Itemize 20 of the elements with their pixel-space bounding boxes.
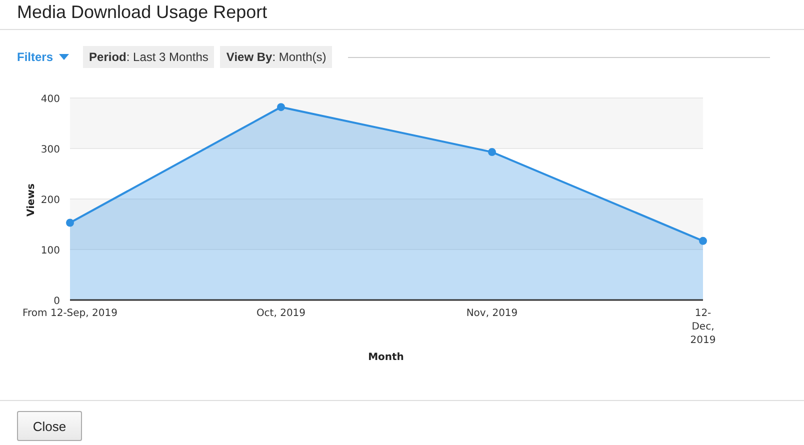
y-axis-title: Views bbox=[26, 184, 37, 216]
close-button[interactable]: Close bbox=[17, 411, 82, 441]
data-point bbox=[699, 236, 707, 245]
data-point bbox=[488, 148, 496, 156]
caret-icon bbox=[59, 54, 70, 60]
filter-chip: Period: Last 3 Months bbox=[83, 46, 214, 68]
window-title: Media Download Usage Report bbox=[17, 1, 268, 24]
y-tick-label: 100 bbox=[40, 246, 60, 256]
data-point bbox=[277, 103, 285, 112]
data-point bbox=[66, 218, 74, 227]
x-tick-label: 12-Dec, 2019 bbox=[690, 308, 716, 346]
y-tick-label: 0 bbox=[54, 296, 60, 307]
x-axis-title: Month bbox=[368, 352, 404, 363]
y-tick-label: 300 bbox=[40, 144, 60, 156]
x-tick-label: Nov, 2019 bbox=[466, 308, 518, 319]
x-tick-label: From 12-Sep, 2019 bbox=[22, 308, 118, 319]
x-tick-label: Oct, 2019 bbox=[256, 308, 306, 319]
filter-chip: View By: Month(s) bbox=[220, 46, 332, 68]
y-tick-label: 200 bbox=[40, 195, 60, 206]
y-tick-label: 400 bbox=[40, 94, 60, 105]
